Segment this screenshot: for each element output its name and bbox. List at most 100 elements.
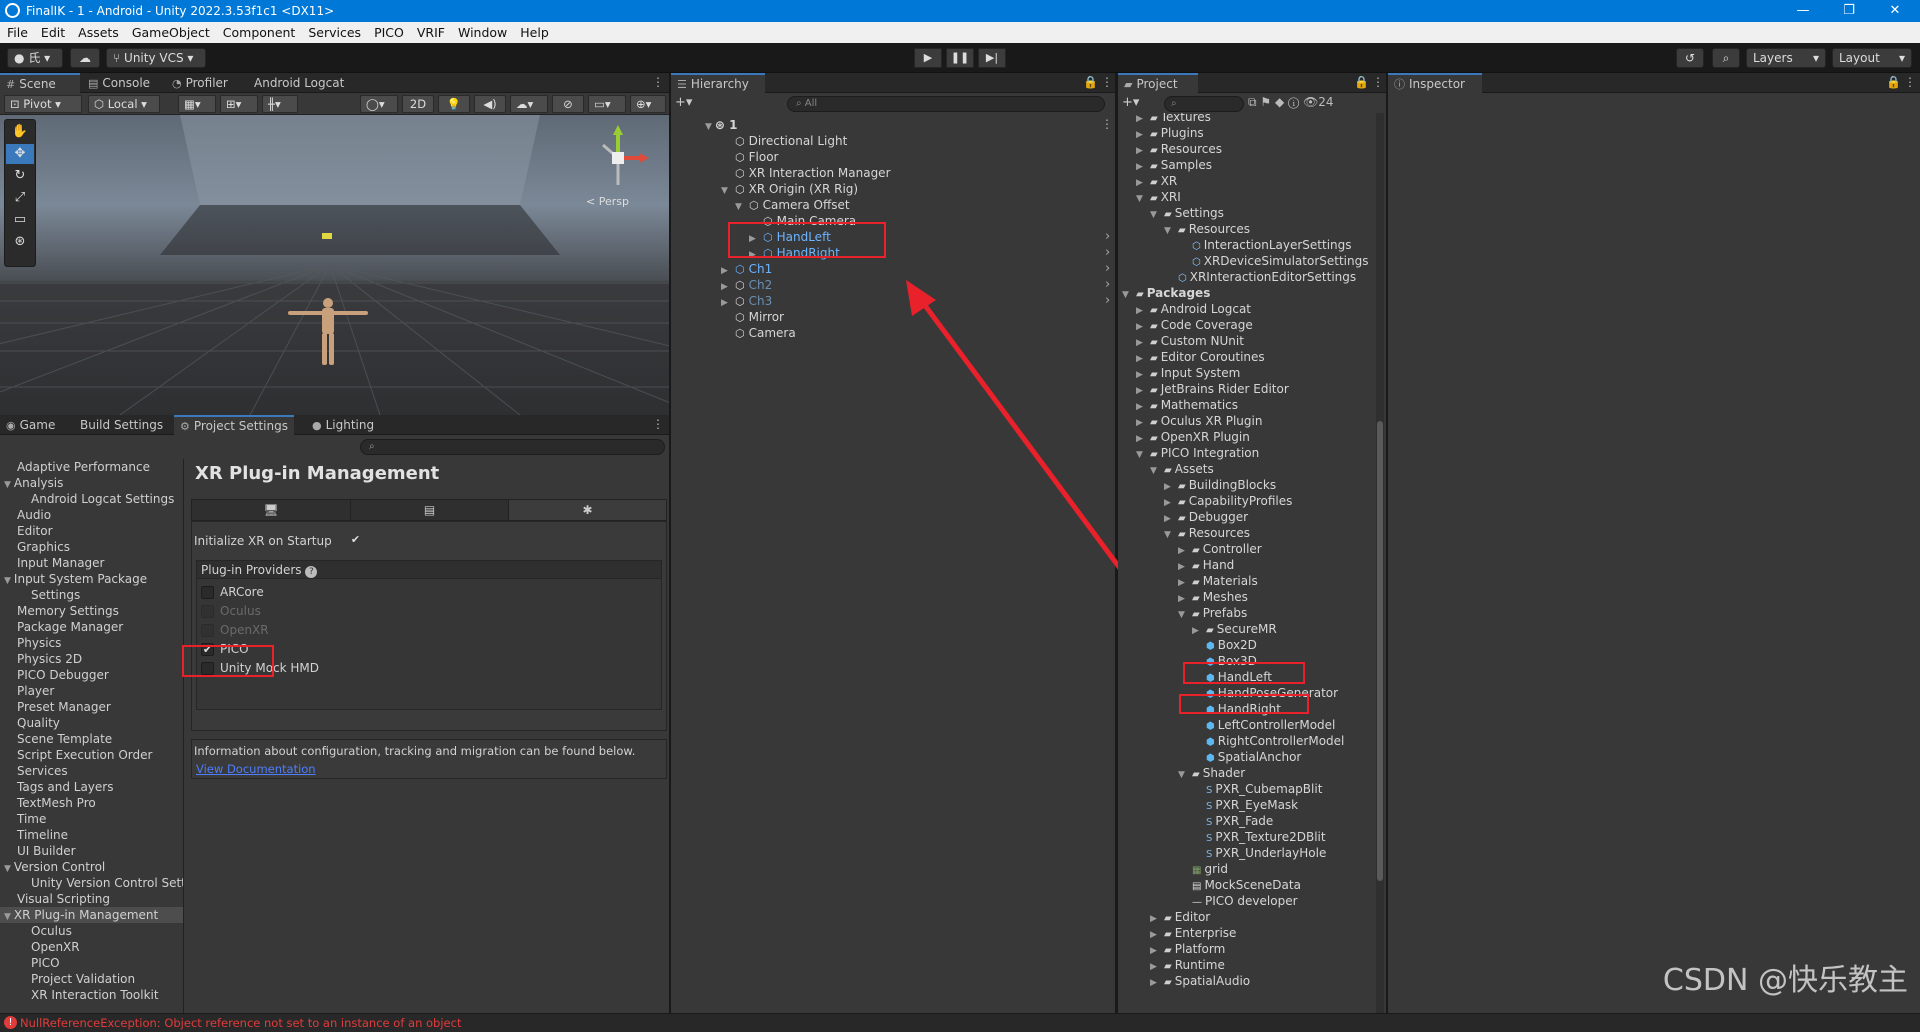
project-item[interactable]: ▶ ▰ BuildingBlocks: [1164, 477, 1276, 493]
project-item[interactable]: ▶ ▰ Controller: [1178, 541, 1262, 557]
align-button[interactable]: ╫▾: [262, 95, 298, 113]
hierarchy-item[interactable]: ▶ ⬡ Ch1: [721, 261, 772, 277]
project-item[interactable]: — PICO developer: [1178, 893, 1298, 909]
project-item[interactable]: ▶ ▰ Android Logcat: [1136, 301, 1251, 317]
project-item[interactable]: ▶ ▰ Meshes: [1178, 589, 1248, 605]
pause-button[interactable]: ❚❚: [946, 48, 974, 68]
project-item[interactable]: ▶ ▰ Platform: [1150, 941, 1225, 957]
settings-item[interactable]: ▼ Analysis: [0, 475, 183, 491]
cloud-button[interactable]: ☁: [70, 48, 100, 68]
settings-item[interactable]: Input Manager: [0, 555, 183, 571]
tab-project[interactable]: ▰ Project: [1118, 73, 1198, 93]
view-documentation-link[interactable]: View Documentation: [196, 762, 316, 776]
hierarchy-item[interactable]: ▼ ⬡ Camera Offset: [735, 197, 850, 213]
tab-inspector[interactable]: ⓘ Inspector: [1388, 73, 1482, 93]
project-item[interactable]: ▦ grid: [1178, 861, 1228, 877]
provider-checkbox[interactable]: [201, 586, 214, 599]
project-item[interactable]: ▶ ▰ Enterprise: [1150, 925, 1236, 941]
settings-item[interactable]: Scene Template: [0, 731, 183, 747]
hierarchy-lock-icon[interactable]: 🔒: [1083, 75, 1098, 89]
tab-android-logcat[interactable]: Android Logcat: [248, 73, 350, 93]
play-button[interactable]: ▶: [914, 48, 942, 68]
tab-console[interactable]: ▤ Console: [82, 73, 156, 93]
provider-row[interactable]: ARCore: [197, 583, 661, 602]
settings-item[interactable]: Graphics: [0, 539, 183, 555]
chevron-right-icon[interactable]: ›: [1105, 229, 1110, 244]
settings-item[interactable]: Script Execution Order: [0, 747, 183, 763]
layers-dropdown[interactable]: Layers ▾: [1746, 48, 1826, 68]
orientation-gizmo[interactable]: [583, 123, 653, 193]
menu-edit[interactable]: Edit: [34, 22, 71, 40]
settings-item[interactable]: Memory Settings: [0, 603, 183, 619]
minimize-button[interactable]: —: [1780, 0, 1826, 22]
menu-assets[interactable]: Assets: [71, 22, 125, 40]
project-item[interactable]: ▼ ▰ Resources: [1164, 221, 1250, 237]
project-item[interactable]: ▼ ▰ PICO Integration: [1136, 445, 1259, 461]
project-create-button[interactable]: +▾: [1122, 95, 1139, 110]
tab-build-settings[interactable]: Build Settings: [74, 415, 169, 435]
tab-profiler[interactable]: ◔ Profiler: [166, 73, 234, 93]
project-item[interactable]: ⬡ InteractionLayerSettings: [1178, 237, 1352, 253]
project-scrollbar[interactable]: [1376, 113, 1384, 1013]
project-filter-icons[interactable]: ⧉ ⚑ ◆ ⓘ 👁24: [1248, 95, 1334, 110]
chevron-right-icon[interactable]: ›: [1105, 261, 1110, 276]
project-more-icon[interactable]: ⋮: [1372, 75, 1384, 89]
expand-arrow-icon[interactable]: ▼: [1150, 463, 1161, 479]
expand-arrow-icon[interactable]: ▼: [735, 199, 746, 215]
settings-item[interactable]: ▼ Input System Package: [0, 571, 183, 587]
project-item[interactable]: ▶ ▰ Editor Coroutines: [1136, 349, 1265, 365]
scene-more-icon[interactable]: ⋮: [1101, 117, 1113, 131]
history-button[interactable]: ↺: [1676, 48, 1704, 68]
tab-webgl[interactable]: ▤: [350, 500, 508, 520]
settings-item[interactable]: Physics: [0, 635, 183, 651]
tab-game[interactable]: ◉ Game: [0, 415, 61, 435]
expand-arrow-icon[interactable]: ▼: [1150, 207, 1161, 223]
hierarchy-item[interactable]: ⬡ Camera: [721, 325, 796, 341]
project-item[interactable]: ▶ ▰ Samples: [1136, 157, 1212, 173]
menu-component[interactable]: Component: [216, 22, 302, 40]
settings-item[interactable]: Player: [0, 683, 183, 699]
2d-toggle[interactable]: 2D: [402, 95, 434, 113]
settings-item[interactable]: PICO Debugger: [0, 667, 183, 683]
project-item[interactable]: ⬢ SpatialAnchor: [1192, 749, 1301, 765]
project-item[interactable]: ▶ ▰ Debugger: [1164, 509, 1248, 525]
scene-more-icon[interactable]: ⋮: [652, 75, 664, 89]
rotate-tool-icon[interactable]: ↻: [6, 166, 34, 186]
settings-more-icon[interactable]: ⋮: [652, 417, 664, 431]
tab-scene[interactable]: # Scene: [0, 73, 80, 93]
project-item[interactable]: S PXR_EyeMask: [1192, 797, 1298, 813]
provider-row[interactable]: Oculus: [197, 602, 661, 621]
project-item[interactable]: S PXR_Texture2DBlit: [1192, 829, 1326, 845]
maximize-button[interactable]: ❐: [1826, 0, 1872, 22]
project-item[interactable]: ▶ ▰ Runtime: [1150, 957, 1225, 973]
project-item[interactable]: ▶ ▰ XR: [1136, 173, 1177, 189]
camera-dropdown[interactable]: ▭▾: [588, 95, 626, 113]
settings-item[interactable]: TextMesh Pro: [0, 795, 183, 811]
project-item[interactable]: ⬡ XRInteractionEditorSettings: [1164, 269, 1356, 285]
provider-checkbox[interactable]: [201, 624, 214, 637]
error-message[interactable]: NullReferenceException: Object reference…: [20, 1016, 461, 1030]
expand-arrow-icon[interactable]: ▼: [1122, 287, 1133, 303]
settings-item[interactable]: ▼ XR Plug-in Management: [0, 907, 183, 923]
chevron-right-icon[interactable]: ›: [1105, 245, 1110, 260]
project-scrollbar-thumb[interactable]: [1377, 421, 1383, 881]
hierarchy-item[interactable]: ⬡ Directional Light: [721, 133, 847, 149]
project-item[interactable]: ▶ ▰ Oculus XR Plugin: [1136, 413, 1262, 429]
project-item[interactable]: ⬡ XRDeviceSimulatorSettings: [1178, 253, 1368, 269]
close-button[interactable]: ✕: [1872, 0, 1918, 22]
settings-item[interactable]: Oculus: [0, 923, 183, 939]
tab-project-settings[interactable]: ⚙ Project Settings: [174, 415, 294, 435]
expand-arrow-icon[interactable]: ▼: [1136, 447, 1147, 463]
inspector-lock-icon[interactable]: 🔒: [1886, 75, 1901, 89]
menu-help[interactable]: Help: [513, 22, 555, 40]
project-item[interactable]: ▼ ▰ Settings: [1150, 205, 1224, 221]
settings-item[interactable]: OpenXR: [0, 939, 183, 955]
effects-dropdown[interactable]: ☁▾: [510, 95, 548, 113]
layout-dropdown[interactable]: Layout ▾: [1832, 48, 1912, 68]
menu-window[interactable]: Window: [451, 22, 513, 40]
project-item[interactable]: ▶ ▰ OpenXR Plugin: [1136, 429, 1250, 445]
tab-standalone[interactable]: 🖥: [192, 500, 350, 520]
draw-mode-dropdown[interactable]: ◯▾: [360, 95, 398, 113]
expand-arrow-icon[interactable]: ▼: [1178, 767, 1189, 783]
grid-snap-button[interactable]: ▦▾: [178, 95, 216, 113]
